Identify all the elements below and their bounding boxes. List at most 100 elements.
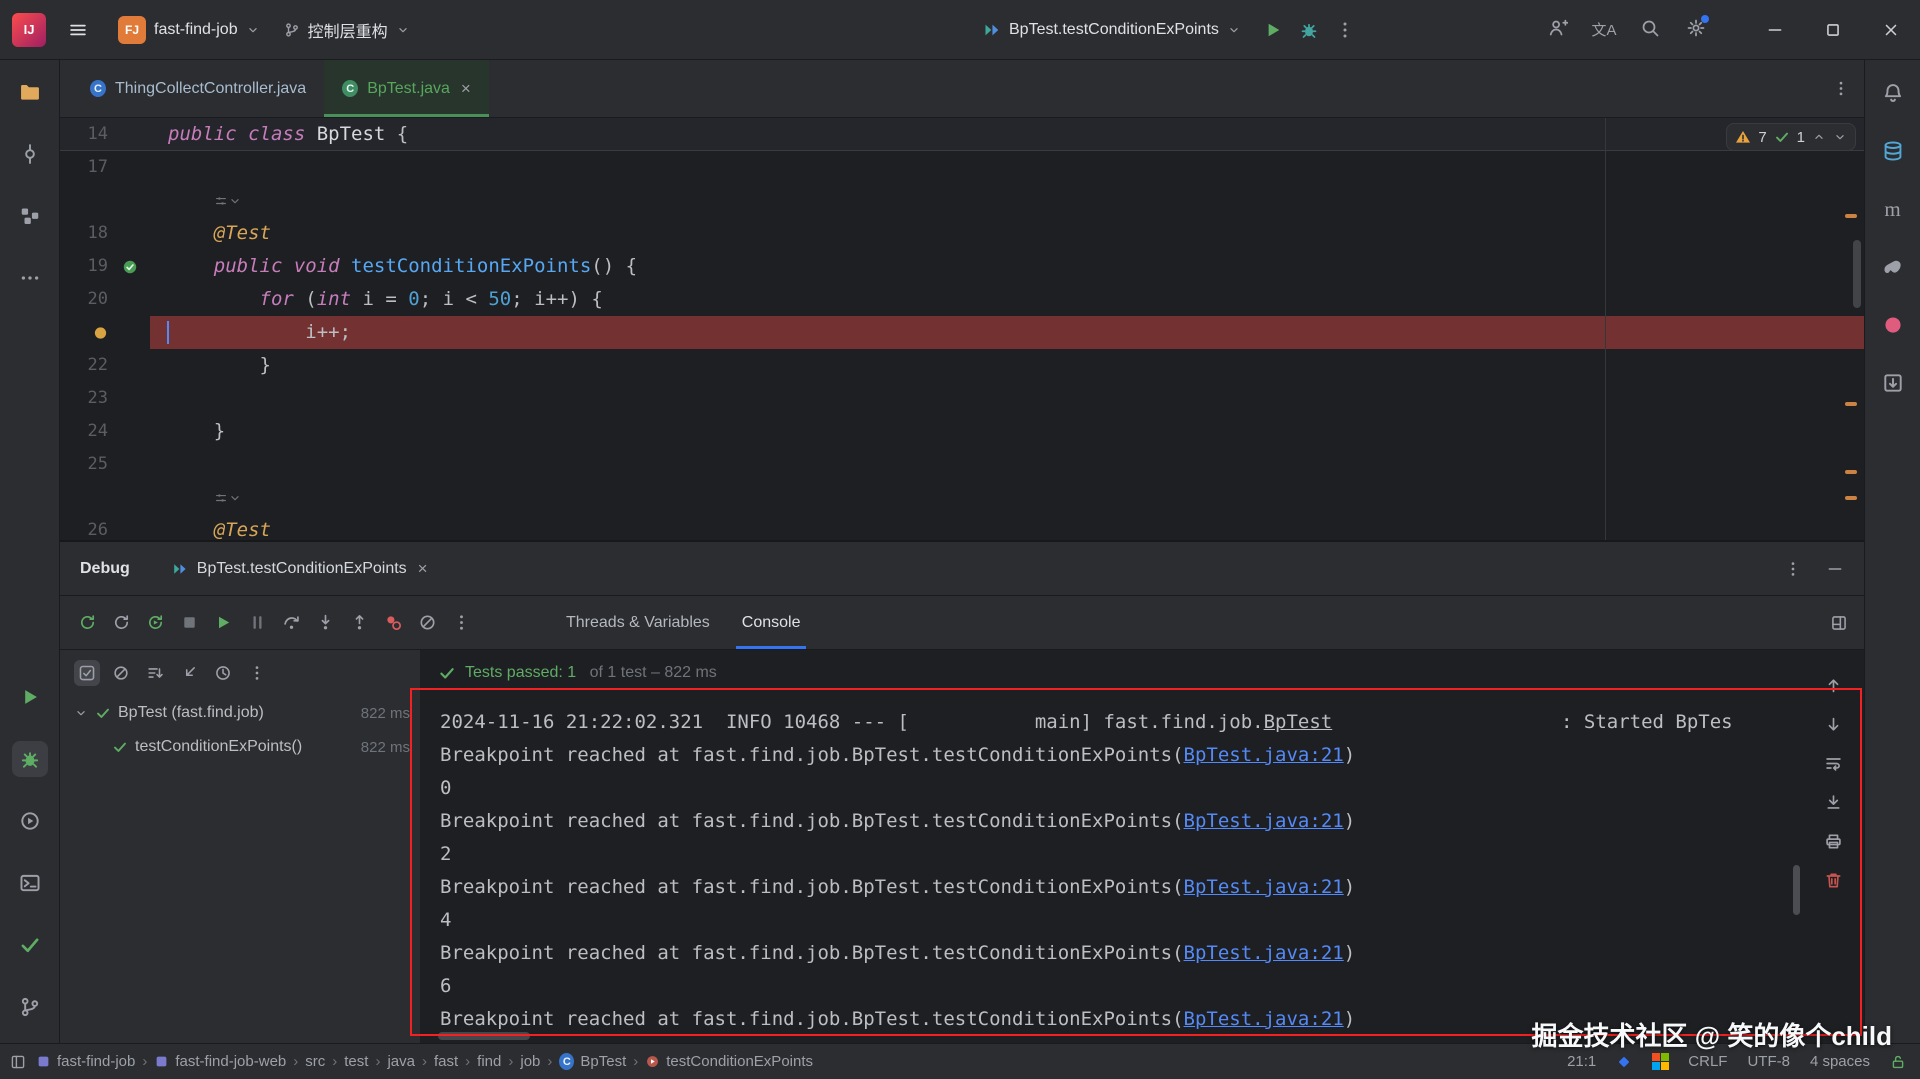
editor-tab-BpTest.java[interactable]: C BpTest.java ×	[324, 60, 489, 117]
duration-button[interactable]	[210, 660, 236, 686]
step-into-button[interactable]	[310, 608, 340, 638]
main-menu-icon[interactable]	[68, 20, 88, 40]
minimize-button[interactable]	[1746, 0, 1804, 60]
sidebar-project-icon[interactable]	[12, 74, 48, 110]
line-number-gutter[interactable]: 14	[60, 118, 150, 150]
line-number-gutter[interactable]: 22	[60, 349, 150, 382]
hide-tool-window-icon[interactable]	[1826, 560, 1844, 578]
view-tab-Threads & Variables[interactable]: Threads & Variables	[550, 596, 726, 649]
sidebar-gradle-icon[interactable]	[1876, 250, 1910, 284]
prev-problem-icon[interactable]	[1812, 130, 1826, 144]
console-vscrollbar-thumb[interactable]	[1793, 865, 1800, 915]
code-vision-inlay[interactable]	[168, 189, 242, 211]
line-number-gutter[interactable]	[60, 481, 150, 514]
show-passed-button[interactable]	[74, 660, 100, 686]
encoding-selector[interactable]: UTF-8	[1747, 1053, 1790, 1070]
ai-plugin-icon[interactable]	[1616, 1054, 1632, 1070]
maximize-button[interactable]	[1804, 0, 1862, 60]
sidebar-maven-icon[interactable]: m	[1876, 192, 1910, 226]
code-vision-inlay[interactable]	[168, 486, 242, 508]
sidebar-terminal-icon[interactable]	[12, 865, 48, 901]
line-number-gutter[interactable]	[60, 316, 150, 349]
sidebar-plugin-dot-icon[interactable]	[1876, 308, 1910, 342]
search-icon-wrap[interactable]	[1640, 18, 1660, 43]
sidebar-notifications-icon[interactable]	[1876, 76, 1910, 110]
breadcrumb-item[interactable]: C BpTest	[559, 1053, 626, 1070]
line-number-gutter[interactable]: 19	[60, 250, 150, 283]
scroll-to-end-button[interactable]	[1820, 789, 1846, 815]
translate-icon[interactable]: 文A	[1592, 20, 1617, 40]
unlock-icon[interactable]	[1890, 1054, 1906, 1070]
layout-settings-icon[interactable]	[1830, 614, 1848, 632]
search-icon[interactable]	[1640, 18, 1660, 38]
share-user-icon[interactable]	[1548, 18, 1568, 38]
vcs-branch-widget[interactable]: 控制层重构	[276, 12, 418, 48]
scroll-down-button[interactable]	[1820, 711, 1846, 737]
windows-plugin-icon[interactable]	[1651, 1053, 1669, 1070]
rerun-failed-button[interactable]	[106, 608, 136, 638]
sidebar-git-icon[interactable]	[12, 989, 48, 1025]
breadcrumb-item[interactable]: find	[477, 1053, 501, 1070]
rerun-button[interactable]	[72, 608, 102, 638]
scroll-up-button[interactable]	[1820, 672, 1846, 698]
more-vertical-button[interactable]	[446, 608, 476, 638]
inspections-widget[interactable]: 7 1	[1726, 123, 1856, 151]
indent-selector[interactable]: 4 spaces	[1810, 1053, 1870, 1070]
view-breakpoints-button[interactable]	[378, 608, 408, 638]
test-tree-row[interactable]: testConditionExPoints() 822 ms	[60, 730, 420, 764]
line-number-gutter[interactable]: 23	[60, 382, 150, 415]
clear-button[interactable]	[1820, 867, 1846, 893]
console-output[interactable]: Tests passed: 1 of 1 test – 822 ms 2024-…	[420, 650, 1802, 1043]
line-ending-selector[interactable]: CRLF	[1688, 1053, 1727, 1070]
line-number-gutter[interactable]: 26	[60, 514, 150, 540]
soft-wrap-button[interactable]	[1820, 750, 1846, 776]
refresh-run-button[interactable]	[140, 608, 170, 638]
resume-button[interactable]	[208, 608, 238, 638]
caret-position[interactable]: 21:1	[1567, 1053, 1596, 1070]
line-number-gutter[interactable]: 20	[60, 283, 150, 316]
editor-tab-ThingCollectController.java[interactable]: C ThingCollectController.java	[72, 60, 324, 117]
step-out-button[interactable]	[344, 608, 374, 638]
breadcrumb-item[interactable]: fast-find-job-web	[154, 1053, 286, 1070]
debug-icon[interactable]	[1299, 20, 1319, 40]
breakpoint-icon[interactable]	[93, 325, 108, 340]
sidebar-structure-icon[interactable]	[12, 198, 48, 234]
tab-options-icon[interactable]	[1832, 60, 1850, 117]
navigate-button[interactable]	[176, 660, 202, 686]
breadcrumb-item[interactable]: src	[305, 1053, 325, 1070]
view-tab-Console[interactable]: Console	[726, 596, 817, 649]
code-editor[interactable]: 14 public class BpTest {17 18 @Test 19 pub…	[60, 118, 1864, 540]
close-session-icon[interactable]: ×	[418, 559, 428, 579]
translate-icon-wrap[interactable]: 文A	[1592, 20, 1617, 41]
sidebar-commit-icon[interactable]	[12, 136, 48, 172]
console-source-link[interactable]: BpTest.java:21	[1184, 942, 1344, 964]
line-number-gutter[interactable]: 18	[60, 217, 150, 250]
console-source-link[interactable]: BpTest.java:21	[1184, 810, 1344, 832]
sidebar-dependencies-icon[interactable]	[1876, 366, 1910, 400]
console-source-link[interactable]: BpTest.java:21	[1184, 744, 1344, 766]
run-config-widget[interactable]: BpTest.testConditionExPoints	[975, 15, 1249, 45]
mute-breakpoints-button[interactable]	[412, 608, 442, 638]
sidebar-checks-icon[interactable]	[12, 927, 48, 963]
tool-windows-icon[interactable]	[10, 1054, 26, 1070]
sort-button[interactable]	[142, 660, 168, 686]
sidebar-services-icon[interactable]	[12, 803, 48, 839]
close-tab-icon[interactable]: ×	[461, 79, 471, 99]
debug-options-icon[interactable]	[1784, 560, 1802, 578]
debug-session-tab[interactable]: BpTest.testConditionExPoints ×	[172, 559, 428, 579]
sidebar-database-icon[interactable]	[1876, 134, 1910, 168]
settings-icon-wrap[interactable]	[1686, 14, 1709, 43]
next-problem-icon[interactable]	[1833, 130, 1847, 144]
close-button[interactable]	[1862, 0, 1920, 60]
editor-scrollbar-thumb[interactable]	[1853, 240, 1861, 308]
sidebar-more-horizontal-icon[interactable]	[12, 260, 48, 296]
breadcrumb-item[interactable]: test	[344, 1053, 368, 1070]
step-over-button[interactable]	[276, 608, 306, 638]
line-number-gutter[interactable]: 24	[60, 415, 150, 448]
print-button[interactable]	[1820, 828, 1846, 854]
more-vertical-button[interactable]	[244, 660, 270, 686]
more-vertical-icon[interactable]	[1335, 20, 1355, 40]
share-user-icon-wrap[interactable]	[1548, 18, 1568, 43]
line-number-gutter[interactable]	[60, 184, 150, 217]
test-passed-icon[interactable]	[122, 259, 138, 275]
